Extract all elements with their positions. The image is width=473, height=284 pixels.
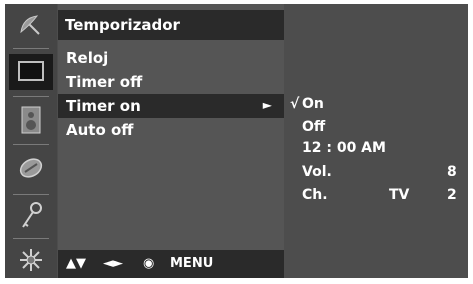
connector-icon[interactable] (9, 242, 53, 278)
navigation-hint-bar: ▲▼ ◄► ◉ MENU (58, 250, 284, 278)
key-icon[interactable] (9, 198, 53, 234)
volume-value: 8 (447, 164, 457, 180)
picture-icon[interactable] (9, 54, 53, 90)
menu-item-reloj[interactable]: Reloj (58, 46, 284, 70)
menu-item-auto-off[interactable]: Auto off (58, 118, 284, 142)
icon-separator (13, 96, 49, 97)
menu-item-label: Timer on (66, 97, 141, 115)
menu-title: Temporizador (65, 16, 180, 34)
ok-button-icon: ◉ (143, 256, 155, 271)
menu-item-label: Auto off (66, 121, 134, 139)
speaker-icon[interactable] (9, 102, 53, 138)
icon-separator (13, 48, 49, 49)
submenu-arrow-icon: ► (262, 98, 272, 112)
menu-hint-label: MENU (170, 256, 214, 271)
menu-item-timer-off[interactable]: Timer off (58, 70, 284, 94)
menu-item-timer-on[interactable]: Timer on ► (58, 94, 284, 118)
icon-separator (13, 144, 49, 145)
channel-value: 2 (447, 187, 457, 203)
satellite-dish-icon[interactable] (9, 8, 53, 44)
left-right-arrows-icon: ◄► (103, 256, 123, 271)
channel-source: TV (389, 187, 410, 203)
menu-item-label: Timer off (66, 73, 143, 91)
time-value: 12 : 00 AM (302, 140, 386, 156)
checkmark-icon: √ (290, 96, 300, 112)
option-off[interactable]: Off (285, 119, 468, 139)
channel-setting[interactable]: Ch. TV 2 (285, 187, 468, 207)
option-on[interactable]: √ On (285, 96, 468, 116)
channel-label: Ch. (302, 187, 328, 203)
menu-item-label: Reloj (66, 49, 109, 67)
option-label: Off (302, 119, 326, 135)
up-down-arrows-icon: ▲▼ (66, 256, 86, 271)
timer-menu-panel: Temporizador Reloj Timer off Timer on ► … (58, 4, 284, 278)
time-setting[interactable]: 12 : 00 AM (285, 140, 468, 160)
timer-on-settings-panel: √ On Off 12 : 00 AM Vol. 8 Ch. TV 2 (285, 4, 468, 278)
volume-setting[interactable]: Vol. 8 (285, 164, 468, 184)
category-icon-column (5, 4, 57, 278)
icon-separator (13, 194, 49, 195)
menu-title-bar: Temporizador (58, 10, 284, 40)
clock-icon[interactable] (9, 150, 53, 186)
option-label: On (302, 96, 324, 112)
volume-label: Vol. (302, 164, 332, 180)
icon-separator (13, 238, 49, 239)
